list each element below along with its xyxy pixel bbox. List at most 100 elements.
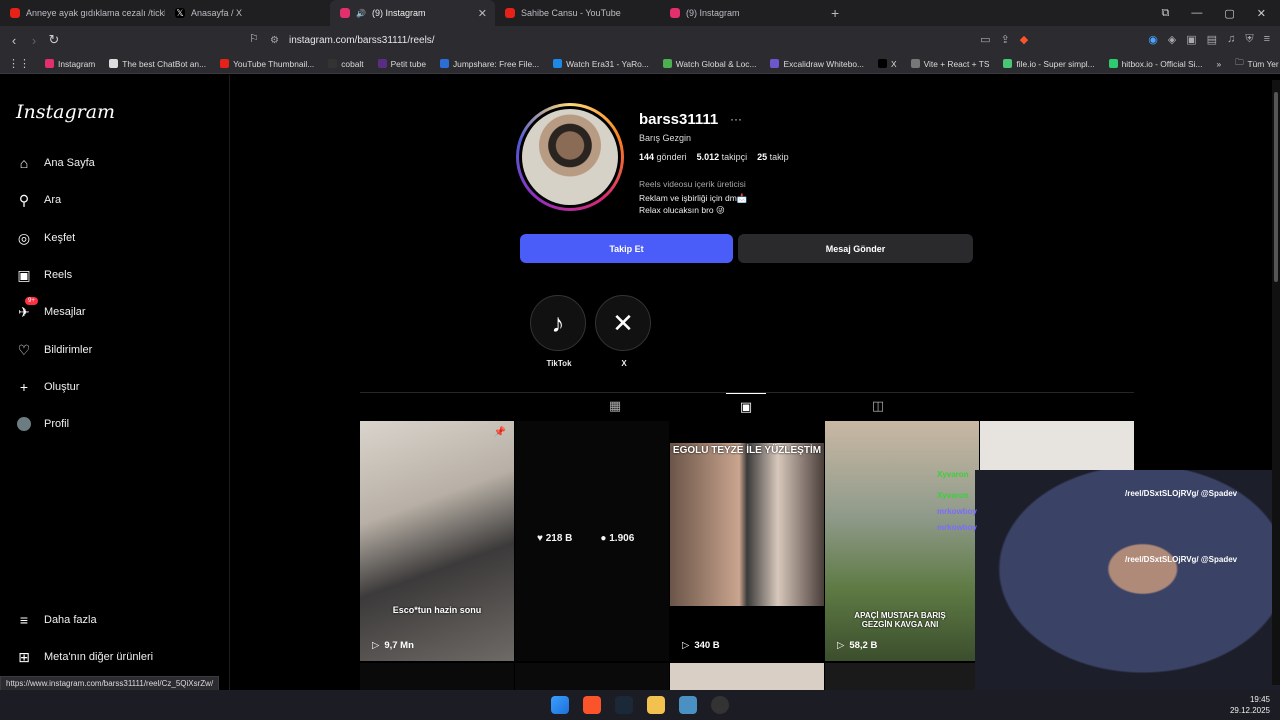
reel-tile[interactable]: ♥ 218 B ● 1.906 [515,421,669,661]
nav-profile[interactable]: Profil [16,416,69,432]
bookmark-item[interactable]: Excalidraw Whitebo... [763,59,871,69]
browser-tab[interactable]: (9) Instagram [660,0,825,26]
reel-tile[interactable] [670,663,824,690]
browser-tab[interactable]: 𝕏 Anasayfa / X [165,0,330,26]
followers-count[interactable]: 5.012 takipçi [697,152,748,162]
bookmark-item[interactable]: YouTube Thumbnail... [213,59,321,69]
reel-tile[interactable]: EGOLU TEYZE İLE YÜZLEŞTİM ▷ 340 B [670,421,824,661]
favicon-icon [770,59,780,68]
bookmark-item[interactable]: file.io - Super simpl... [996,59,1101,69]
nav-reels[interactable]: ▣ Reels [16,267,72,283]
nav-home[interactable]: ⌂ Ana Sayfa [16,155,95,171]
tab-tagged[interactable]: ◫ [858,393,898,419]
reel-tile[interactable] [825,663,979,690]
instagram-logo[interactable]: Instagram [16,101,115,123]
browser-tab[interactable]: Sahibe Cansu - YouTube [495,0,660,26]
brave-icon[interactable] [583,696,601,714]
speaker-icon[interactable]: 🔊 [356,9,366,18]
obs-icon[interactable] [711,696,729,714]
maximize-icon[interactable]: ▢ [1224,7,1234,20]
options-icon[interactable]: ··· [730,112,742,126]
favicon-icon [377,59,387,68]
link-status-bar: https://www.instagram.com/barss31111/ree… [0,676,220,691]
new-tab-button[interactable]: + [831,5,839,21]
back-icon[interactable]: ‹ [4,33,24,48]
menu-icon[interactable]: ≡ [1264,33,1270,46]
webcam-overlay [975,470,1280,690]
profile-avatar[interactable] [516,103,624,211]
bookmark-item[interactable]: Watch Era31 - YaRo... [546,59,656,69]
windows-start-icon[interactable] [551,696,569,714]
extension-icon[interactable]: ◉ [1148,33,1158,46]
page-scrollbar[interactable] [1272,80,1280,685]
close-window-icon[interactable]: ✕ [1257,7,1266,20]
youtube-icon [10,8,20,18]
browser-tab-active[interactable]: 🔊 (9) Instagram ✕ [330,0,495,26]
close-tab-icon[interactable]: ✕ [478,7,487,20]
share-icon[interactable]: ⇪ [1001,33,1010,46]
plus-icon: + [19,379,29,395]
reel-tile[interactable] [360,663,514,690]
nav-meta-products[interactable]: ⊞ Meta'nın diğer ürünleri [16,649,153,665]
music-icon[interactable]: ♫ [1227,33,1235,46]
nav-explore[interactable]: ◎ Keşfet [16,230,75,246]
bookmark-item[interactable]: Watch Global & Loc... [656,59,764,69]
bookmark-item[interactable]: Petit tube [371,59,433,69]
profile-full-name: Barış Gezgin [639,133,692,143]
forward-icon[interactable]: › [24,33,44,48]
highlight-x[interactable]: ✕ X [595,295,653,368]
minimize-icon[interactable]: — [1191,7,1202,19]
browser-tabbar: Anneye ayak gıdıklama cezalı /tickle 𝕏 An… [0,0,1280,26]
bookmark-item[interactable]: X [871,59,904,69]
bookmarks-folder[interactable]: 🗀Tüm Yer İşaretleri [1228,57,1280,71]
nav-create[interactable]: + Oluştur [16,379,80,395]
bookmark-item[interactable]: cobalt [321,59,370,69]
browser-tab[interactable]: Anneye ayak gıdıklama cezalı /tickle [0,0,165,26]
system-clock[interactable]: 19:45 29.12.2025 [1230,694,1270,716]
wallet-icon[interactable]: ▣ [1186,33,1196,46]
sidebar-icon[interactable]: ▤ [1207,33,1217,46]
bookmark-item[interactable]: Jumpshare: Free File... [433,59,546,69]
nav-messages[interactable]: ✈ 9+ Mesajlar [16,297,86,320]
bookmark-item[interactable]: hitbox.io - Official Si... [1102,59,1210,69]
message-button[interactable]: Mesaj Gönder [738,234,973,263]
vpn-icon[interactable]: ⛨ [1245,33,1253,46]
hamburger-icon: ≡ [19,612,29,628]
cast-icon[interactable]: ▭ [980,33,990,46]
overlay-text: /reel/DSxtSLOjRVg/ @Spadev [1125,555,1238,564]
instagram-sidebar: Instagram ⌂ Ana Sayfa ⚲ Ara ◎ Keşfet ▣ Reels… [0,75,230,690]
reel-tile[interactable]: 📌 Esco*tun hazin sonu ▷ 9,7 Mn [360,421,514,661]
tiktok-icon: ♪ [530,295,586,351]
reload-icon[interactable]: ↻ [44,32,64,48]
site-info-icon[interactable]: ⚙ [270,35,279,46]
bookmark-item[interactable]: Vite + React + TS [904,59,997,69]
nav-search[interactable]: ⚲ Ara [16,192,61,208]
brave-shield-icon[interactable]: ◆ [1020,33,1028,46]
following-count[interactable]: 25 takip [757,152,789,162]
chat-user: mrkowboy [937,523,978,532]
youtube-icon [505,8,515,18]
scrollbar-thumb[interactable] [1274,92,1278,282]
reel-tile[interactable]: APAÇİ MUSTAFA BARIŞ GEZGİN KAVGA ANI ▷ 58… [825,421,979,661]
tab-reels[interactable]: ▣ [726,393,766,419]
extensions-icon[interactable]: ⧉ [1162,7,1170,20]
more-bookmarks-icon[interactable]: » [1209,59,1228,69]
highlight-tiktok[interactable]: ♪ TikTok [530,295,588,368]
app-icon[interactable] [679,696,697,714]
bookmark-item[interactable]: Instagram [38,59,102,69]
profile-tabs: ▦ ▣ ◫ [360,392,1134,418]
apps-grid-icon[interactable]: ⋮⋮ [0,57,38,70]
nav-more[interactable]: ≡ Daha fazla [16,612,97,628]
reel-tile[interactable] [515,663,669,690]
bookmark-item[interactable]: The best ChatBot an... [102,59,213,69]
url-field[interactable]: ⚙ instagram.com/barss31111/reels/ [270,30,990,50]
tab-posts[interactable]: ▦ [595,393,635,419]
extension-icon[interactable]: ◈ [1168,33,1176,46]
steam-icon[interactable] [615,696,633,714]
file-explorer-icon[interactable] [647,696,665,714]
instagram-icon [670,8,680,18]
bookmark-icon[interactable]: ⚐ [249,32,259,45]
follow-button[interactable]: Takip Et [520,234,733,263]
stream-chat-overlay: Xyvaron Xyvaron mrkowboy mrkowboy [937,470,977,539]
nav-notifications[interactable]: ♡ Bildirimler [16,342,93,358]
